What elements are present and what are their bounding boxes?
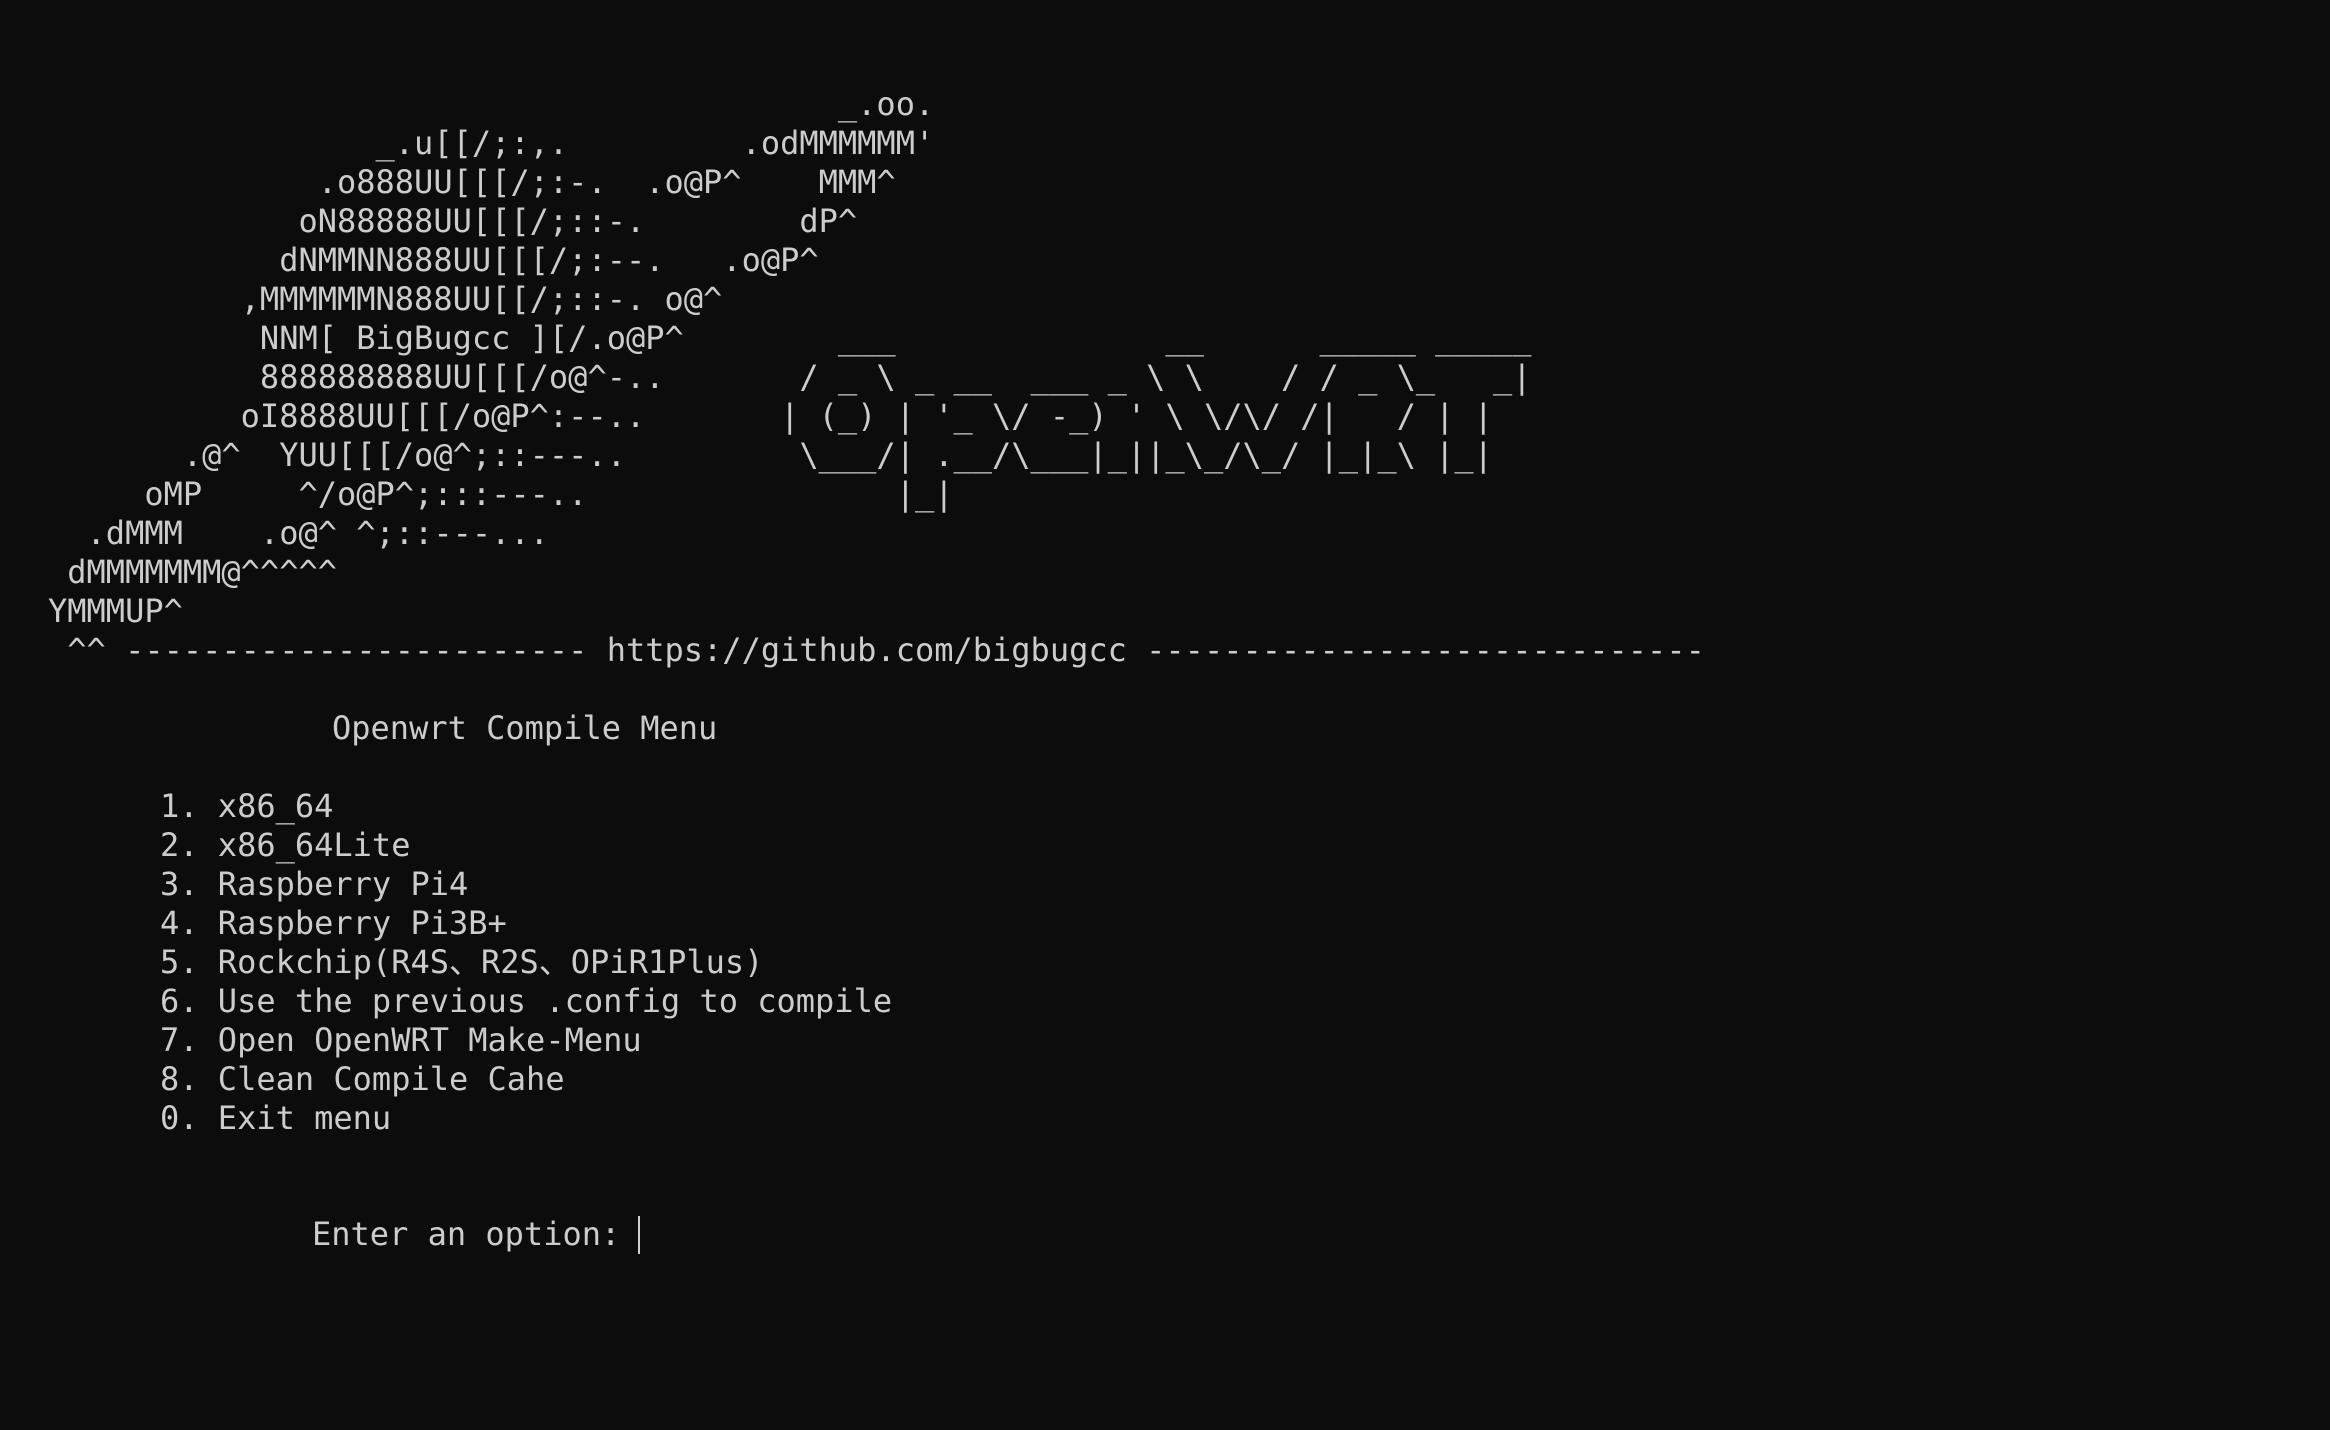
menu-item-raspberry-pi4: 3. Raspberry Pi4 [160,865,469,903]
ascii-banner-line: NNM[ BigBugcc ][/.o@P^ ___ __ _____ ____… [48,319,1532,357]
menu-title: Openwrt Compile Menu [332,709,718,747]
ascii-banner-line: _.oo. [48,85,935,123]
ascii-banner-line: oI8888UU[[[/o@P^:--.. | (_) | '_ \/ -_) … [48,397,1493,435]
option-prompt[interactable]: Enter an option: [312,1215,641,1254]
menu-item-make-menu: 7. Open OpenWRT Make-Menu [160,1021,642,1059]
terminal-window: _.oo. _.u[[/;:,. .odMMMMMM' .o888UU[[[/;… [0,0,2330,1430]
menu-item-previous-config: 6. Use the previous .config to compile [160,982,893,1020]
ascii-banner-line: .@^ YUU[[[/o@^;::---.. \___/| .__/\___|_… [48,436,1493,474]
ascii-banner-line: dMMMMMMM@^^^^^ [48,553,337,591]
ascii-banner-line: oMP ^/o@P^;:::---.. |_| [48,475,954,513]
menu-item-x86-64-lite: 2. x86_64Lite [160,826,411,864]
ascii-banner-line: _.u[[/;:,. .odMMMMMM' [48,124,935,162]
menu-item-rockchip: 5. Rockchip(R4S、R2S、OPiR1Plus) [160,943,764,981]
menu-item-raspberry-pi3b: 4. Raspberry Pi3B+ [160,904,507,942]
ascii-banner-line: .dMMM .o@^ ^;::---... [48,514,549,552]
ascii-banner-line: oN88888UU[[[/;::-. dP^ [48,202,858,240]
ascii-banner-line: dNMMNN888UU[[[/;:--. .o@P^ [48,241,819,279]
ascii-banner-line: 888888888UU[[[/o@^-.. / _ \ _ __ ___ _ \… [48,358,1532,396]
github-url-line: ^^ ------------------------ https://gith… [48,631,1705,669]
menu-item-exit: 0. Exit menu [160,1099,392,1137]
menu-item-clean-cache: 8. Clean Compile Cahe [160,1060,565,1098]
option-prompt-label: Enter an option: [312,1215,621,1253]
ascii-banner-line: .o888UU[[[/;:-. .o@P^ MMM^ [48,163,896,201]
menu-item-x86-64: 1. x86_64 [160,787,334,825]
ascii-banner-line: YMMMUP^ [48,592,183,630]
text-cursor[interactable] [638,1215,641,1254]
ascii-banner-line: ,MMMMMMN888UU[[/;::-. o@^ [48,280,723,318]
